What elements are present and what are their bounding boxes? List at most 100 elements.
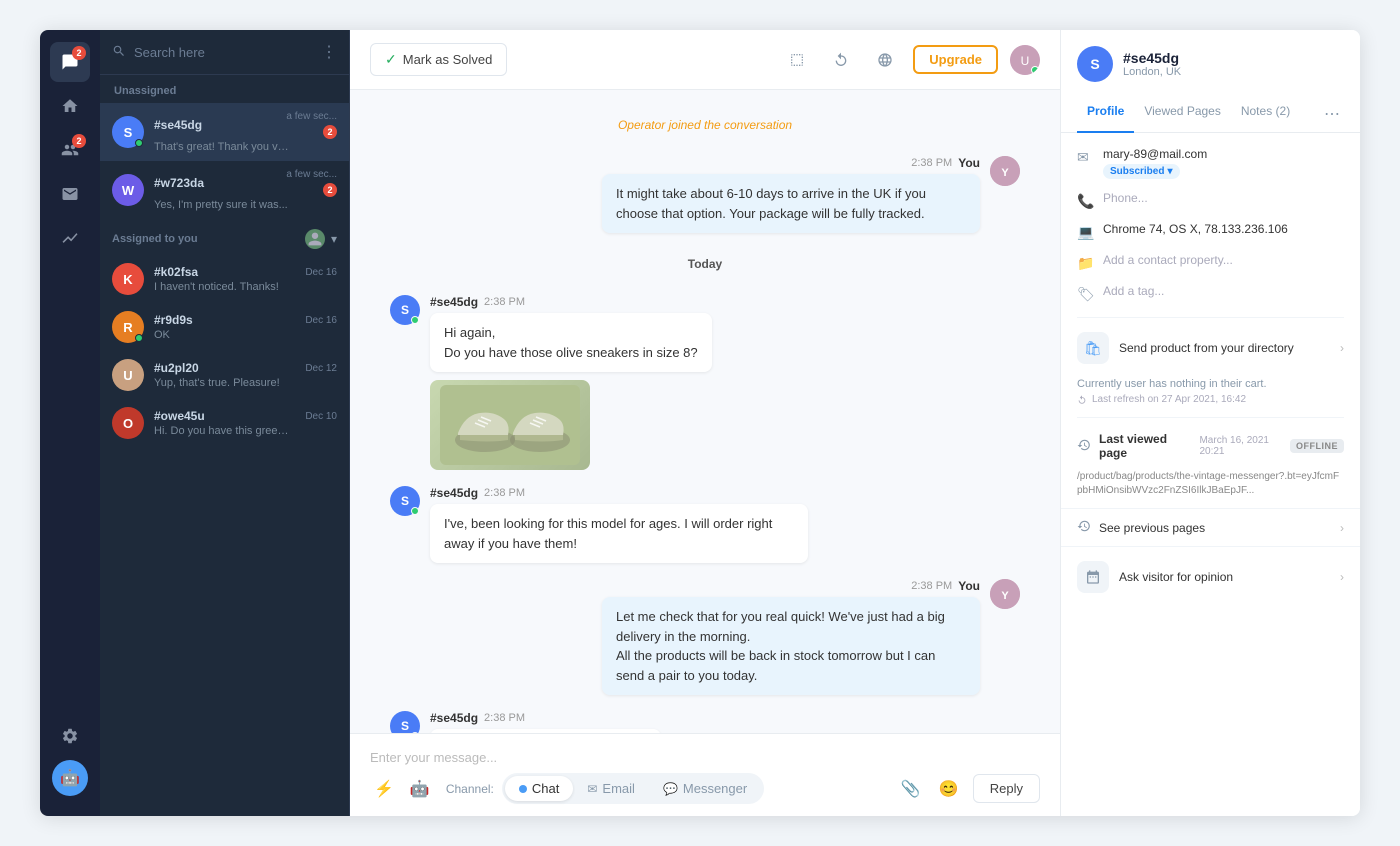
nav-bot-icon[interactable]: 🤖	[52, 760, 88, 796]
profile-tag-field: 🏷 Add a tag...	[1077, 284, 1344, 303]
message-meta: You 2:38 PM	[602, 579, 980, 593]
search-input[interactable]	[134, 45, 313, 60]
last-viewed-section: Last viewed page March 16, 2021 20:21 OF…	[1061, 418, 1360, 508]
message-content: You 2:38 PM Let me check that for you re…	[602, 579, 980, 695]
contact-avatar: S	[1077, 46, 1113, 82]
see-previous-pages-label: See previous pages	[1099, 521, 1340, 535]
profile-property-field: 📁 Add a contact property...	[1077, 253, 1344, 272]
message-sender: You	[958, 156, 980, 170]
channel-tab-chat[interactable]: Chat	[505, 776, 573, 801]
svg-text:Y: Y	[1001, 590, 1009, 602]
bot-icon[interactable]: 🤖	[406, 775, 434, 803]
profile-fields: ✉ mary-89@mail.com Subscribed ▾ 📞 Phone.…	[1061, 133, 1360, 317]
input-right-actions: 📎 😊 Reply	[897, 774, 1040, 803]
mark-solved-button[interactable]: ✓ Mark as Solved	[370, 43, 507, 76]
message-bubble: It might take about 6-10 days to arrive …	[602, 174, 980, 233]
field-content: Add a tag...	[1103, 284, 1344, 298]
message-sender: #se45dg	[430, 295, 478, 309]
message-sender: #se45dg	[430, 486, 478, 500]
conv-item-se45dg[interactable]: S #se45dg a few sec... 2 That's great! T…	[100, 103, 349, 161]
translate-icon-button[interactable]	[869, 44, 901, 76]
message-time: 2:38 PM	[911, 157, 952, 169]
conv-info-r9d9s: #r9d9s Dec 16 OK	[154, 313, 337, 341]
message-content: #se45dg 2:38 PM I've, been looking for t…	[430, 486, 808, 563]
conv-unread-badge: 2	[323, 125, 337, 139]
conversations-menu-button[interactable]: ⋮	[321, 42, 337, 62]
field-content: mary-89@mail.com Subscribed ▾	[1103, 147, 1344, 179]
ask-opinion-label: Ask visitor for opinion	[1119, 570, 1340, 584]
phone-placeholder[interactable]: Phone...	[1103, 191, 1344, 205]
conv-unread-badge: 2	[323, 183, 337, 197]
conv-item-w723da[interactable]: W #w723da a few sec... 2 Yes, I'm pretty…	[100, 161, 349, 219]
reply-button[interactable]: Reply	[973, 774, 1040, 803]
message-avatar: S	[390, 295, 420, 325]
mark-solved-label: Mark as Solved	[403, 52, 493, 67]
emoji-icon[interactable]: 😊	[935, 775, 963, 803]
message-bubble: Let me check that for you real quick! We…	[602, 597, 980, 695]
nav-item-settings[interactable]	[50, 716, 90, 756]
conv-item-k02fsa[interactable]: K #k02fsa Dec 16 I haven't noticed. Than…	[100, 255, 349, 303]
message-time: 2:38 PM	[484, 296, 525, 308]
svg-text:Y: Y	[1001, 167, 1009, 179]
ask-opinion-row[interactable]: Ask visitor for opinion ›	[1061, 546, 1360, 607]
conv-info-owe45u: #owe45u Dec 10 Hi. Do you have this gree…	[154, 409, 337, 437]
message-time: 2:38 PM	[484, 487, 525, 499]
see-previous-pages-row[interactable]: See previous pages ›	[1061, 508, 1360, 546]
subscribed-dropdown-icon[interactable]: ▾	[1167, 166, 1172, 177]
conv-preview: OK	[154, 329, 294, 341]
conv-name: #se45dg	[154, 118, 202, 132]
conv-preview: Yup, that's true. Pleasure!	[154, 377, 294, 389]
conv-item-owe45u[interactable]: O #owe45u Dec 10 Hi. Do you have this gr…	[100, 399, 349, 447]
profile-tab-viewed-pages[interactable]: Viewed Pages	[1134, 96, 1231, 133]
online-indicator	[135, 139, 143, 147]
cart-info: Currently user has nothing in their cart…	[1061, 378, 1360, 417]
upgrade-button[interactable]: Upgrade	[913, 45, 998, 74]
system-message: Operator joined the conversation	[390, 110, 1020, 140]
nav-item-home[interactable]	[50, 86, 90, 126]
quick-reply-icon[interactable]: ⚡	[370, 775, 398, 803]
conv-item-u2pl20[interactable]: U #u2pl20 Dec 12 Yup, that's true. Pleas…	[100, 351, 349, 399]
user-online-indicator	[1031, 66, 1039, 74]
conv-preview: I haven't noticed. Thanks!	[154, 281, 294, 293]
message-meta: #se45dg 2:38 PM	[430, 486, 808, 500]
channel-label: Channel:	[446, 782, 494, 796]
browser-icon: 💻	[1077, 224, 1093, 241]
add-property-label[interactable]: Add a contact property...	[1103, 253, 1344, 267]
message-input[interactable]	[370, 746, 1040, 773]
profile-tab-profile[interactable]: Profile	[1077, 96, 1134, 133]
chat-messages: Operator joined the conversation Y You 2…	[350, 90, 1060, 733]
channel-tab-email[interactable]: ✉ Email	[573, 776, 649, 801]
layout-icon-button[interactable]	[781, 44, 813, 76]
assigned-section-header: Assigned to you ▾	[100, 219, 349, 255]
profile-phone-field: 📞 Phone...	[1077, 191, 1344, 210]
conv-info-u2pl20: #u2pl20 Dec 12 Yup, that's true. Pleasur…	[154, 361, 337, 389]
assigned-section-label: Assigned to you	[112, 233, 198, 245]
check-icon: ✓	[385, 51, 397, 68]
nav-item-contacts[interactable]	[50, 174, 90, 214]
profile-tab-more-button[interactable]: ⋯	[1320, 96, 1344, 132]
add-tag-label[interactable]: Add a tag...	[1103, 284, 1344, 298]
folder-icon: 📁	[1077, 255, 1093, 272]
assigned-dropdown-icon[interactable]: ▾	[331, 232, 337, 246]
conv-avatar-w723da: W	[112, 174, 144, 206]
channel-tab-messenger-label: Messenger	[683, 781, 747, 796]
refresh-icon-button[interactable]	[825, 44, 857, 76]
channel-tab-messenger[interactable]: 💬 Messenger	[649, 776, 761, 801]
message-row: Y You 2:38 PM It might take about 6-10 d…	[390, 156, 1020, 233]
nav-item-chat[interactable]: 2	[50, 42, 90, 82]
opinion-icon	[1077, 561, 1109, 593]
user-avatar[interactable]: U	[1010, 45, 1040, 75]
attachment-icon[interactable]: 📎	[897, 775, 925, 803]
channel-tab-chat-label: Chat	[532, 781, 559, 796]
profile-tab-notes[interactable]: Notes (2)	[1231, 96, 1300, 133]
email-icon: ✉	[1077, 149, 1093, 166]
input-toolbar: ⚡ 🤖 Channel: Chat ✉ Email 💬	[370, 773, 1040, 804]
email-value: mary-89@mail.com	[1103, 147, 1344, 161]
send-product-row[interactable]: 🛍 Send product from your directory ›	[1061, 318, 1360, 378]
nav-item-reports[interactable]: 2	[50, 130, 90, 170]
assigned-avatar	[305, 229, 325, 249]
message-content: You 2:38 PM It might take about 6-10 day…	[602, 156, 980, 233]
message-time: 2:38 PM	[484, 712, 525, 724]
conv-item-r9d9s[interactable]: R #r9d9s Dec 16 OK	[100, 303, 349, 351]
nav-item-analytics[interactable]	[50, 218, 90, 258]
